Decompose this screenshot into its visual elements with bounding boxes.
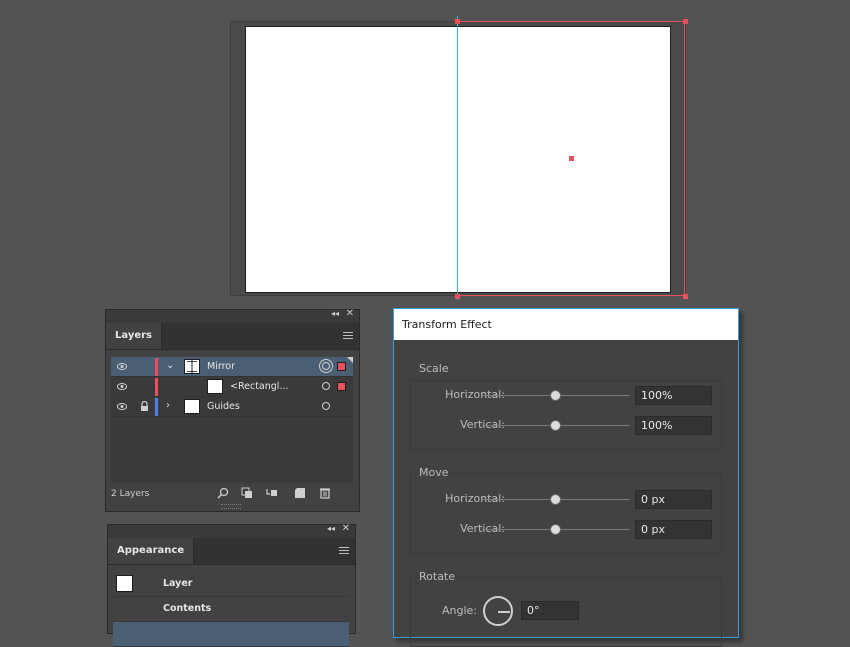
move-horizontal-field[interactable]: 0 px	[635, 490, 712, 509]
move-vertical-field[interactable]: 0 px	[635, 520, 712, 539]
selection-indicator[interactable]	[337, 362, 346, 371]
scale-vertical-field[interactable]: 100%	[635, 416, 712, 435]
scale-label: Scale	[419, 362, 449, 375]
angle-dial-icon[interactable]	[483, 596, 513, 626]
rotate-angle-field[interactable]: 0°	[521, 601, 579, 620]
locate-object-icon[interactable]	[217, 487, 229, 499]
selection-center-point[interactable]	[569, 156, 574, 161]
target-icon[interactable]	[322, 382, 330, 390]
appearance-row-contents[interactable]: Contents	[113, 597, 349, 622]
trash-icon[interactable]	[319, 487, 331, 499]
layer-name[interactable]: <Rectangl...	[230, 381, 289, 392]
clipping-mask-icon[interactable]	[241, 487, 253, 499]
appearance-label: Contents	[163, 603, 212, 614]
selection-handle-bottom-left[interactable]	[455, 294, 460, 299]
collapse-icon[interactable]: ◂◂	[331, 309, 339, 318]
layer-row-rectangle[interactable]: <Rectangl...	[111, 377, 353, 397]
layers-panel: ◂◂ ✕ Layers ⌄ Mirror <Rectangl... › Guid…	[105, 308, 360, 512]
tab-appearance[interactable]: Appearance	[108, 538, 195, 564]
corner-fold-icon	[347, 357, 353, 363]
collapse-icon[interactable]: ◂◂	[327, 524, 335, 533]
vertical-guide[interactable]	[457, 16, 458, 300]
layers-list: ⌄ Mirror <Rectangl... › Guides	[111, 357, 353, 483]
eye-icon[interactable]	[117, 403, 127, 410]
selection-indicator[interactable]	[337, 382, 346, 391]
scale-vertical-slider[interactable]	[550, 420, 561, 431]
scale-horizontal-slider[interactable]	[550, 390, 561, 401]
layer-swatch	[116, 575, 133, 592]
move-label: Move	[419, 466, 449, 479]
selection-handle-top-left[interactable]	[455, 19, 460, 24]
close-icon[interactable]: ✕	[346, 308, 354, 319]
eye-icon[interactable]	[117, 363, 127, 370]
target-icon[interactable]	[322, 402, 330, 410]
layer-row-guides[interactable]: › Guides	[111, 397, 353, 417]
panel-menu-icon[interactable]	[339, 547, 349, 555]
layer-name[interactable]: Mirror	[207, 361, 235, 372]
layers-count: 2 Layers	[111, 489, 150, 499]
layers-footer: 2 Layers	[111, 485, 353, 503]
layer-thumbnail	[207, 379, 223, 394]
dialog-title: Transform Effect	[394, 309, 738, 340]
move-group	[410, 473, 722, 554]
layer-color-bar	[155, 398, 158, 416]
eye-icon[interactable]	[117, 383, 127, 390]
layer-color-bar	[155, 358, 158, 376]
layer-row-mirror[interactable]: ⌄ Mirror	[111, 357, 353, 377]
layer-thumbnail	[184, 359, 200, 374]
move-horizontal-slider[interactable]	[550, 494, 561, 505]
layers-tabbar: Layers	[106, 323, 359, 350]
transform-effect-dialog: Transform Effect Scale Horizontal: 100% …	[393, 308, 739, 647]
appearance-row-selected[interactable]	[113, 622, 349, 647]
panel-menu-icon[interactable]	[343, 332, 353, 340]
panel-topbar: ◂◂ ✕	[106, 308, 359, 323]
scale-horizontal-field[interactable]: 100%	[635, 386, 712, 405]
selection-handle-top-right[interactable]	[683, 19, 688, 24]
appearance-tabbar: Appearance	[108, 538, 355, 565]
tab-layers[interactable]: Layers	[106, 323, 162, 349]
chevron-right-icon[interactable]: ›	[166, 400, 170, 411]
appearance-panel: ◂◂ ✕ Appearance Layer Contents	[107, 523, 356, 647]
layer-color-bar	[155, 378, 158, 396]
new-layer-icon[interactable]	[294, 487, 306, 499]
rotate-angle-label: Angle:	[441, 604, 477, 617]
selection-handle-bottom-right[interactable]	[683, 294, 688, 299]
close-icon[interactable]: ✕	[342, 523, 350, 534]
layer-name[interactable]: Guides	[207, 401, 240, 412]
layer-thumbnail	[184, 399, 200, 414]
chevron-down-icon[interactable]: ⌄	[166, 360, 174, 371]
rotate-label: Rotate	[419, 570, 456, 583]
lock-icon[interactable]	[140, 401, 149, 412]
new-sublayer-icon[interactable]	[266, 487, 278, 499]
panel-topbar: ◂◂ ✕	[108, 523, 355, 538]
resize-grip[interactable]	[221, 504, 241, 509]
appearance-label: Layer	[163, 578, 193, 589]
move-vertical-slider[interactable]	[550, 524, 561, 535]
target-icon[interactable]	[319, 359, 333, 373]
appearance-row-layer[interactable]: Layer	[113, 572, 349, 597]
